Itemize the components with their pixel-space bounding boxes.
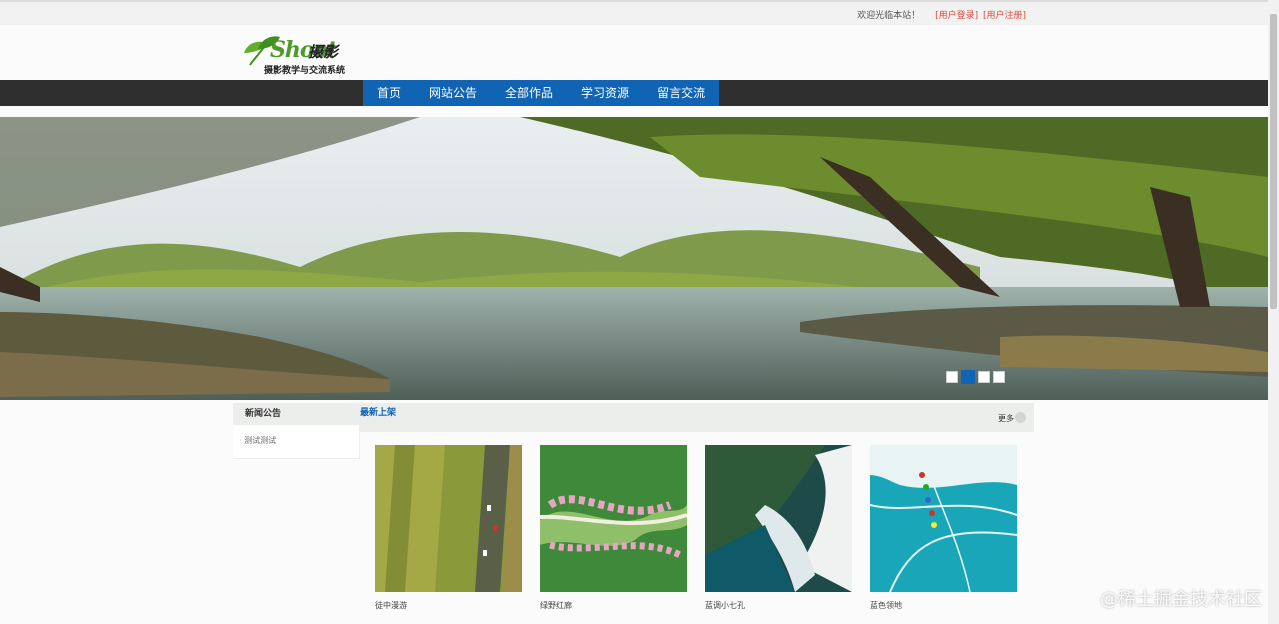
welcome-text: 欢迎光临本站！ — [857, 11, 921, 21]
top-bar: 欢迎光临本站！ [用户登录] [用户注册] — [0, 0, 1268, 25]
notice-panel: 新闻公告 测试测试 — [233, 403, 360, 459]
latest-header: 最新上架 更多 — [360, 403, 1034, 432]
page: 欢迎光临本站！ [用户登录] [用户注册] Shoot 摄影 摄影教学与交流系统… — [0, 0, 1279, 624]
work-card[interactable]: 蓝调小七孔 — [705, 445, 852, 611]
nav-item-notices[interactable]: 网站公告 — [415, 80, 491, 106]
banner-slider[interactable] — [0, 117, 1268, 400]
logo-subtitle: 摄影教学与交流系统 — [264, 66, 346, 76]
work-caption[interactable]: 蓝色领地 — [870, 600, 1017, 611]
work-card[interactable]: 徒中漫游 — [375, 445, 522, 611]
slider-dot[interactable] — [946, 371, 958, 383]
work-caption[interactable]: 徒中漫游 — [375, 600, 522, 611]
nav-item-resources[interactable]: 学习资源 — [567, 80, 643, 106]
work-thumbnail[interactable] — [540, 445, 687, 592]
slider-dots — [946, 370, 1005, 384]
work-thumbnail[interactable] — [705, 445, 852, 592]
work-caption[interactable]: 绿野红廊 — [540, 600, 687, 611]
work-thumbnail[interactable] — [375, 445, 522, 592]
more-link[interactable]: 更多 — [998, 413, 1014, 424]
slider-dot[interactable] — [978, 371, 990, 383]
work-cards: 徒中漫游 绿野红廊 蓝调小七孔 蓝色领地 — [375, 445, 1017, 611]
page-scrollbar[interactable] — [1268, 0, 1279, 624]
work-caption[interactable]: 蓝调小七孔 — [705, 600, 852, 611]
main-nav: 首页 网站公告 全部作品 学习资源 留言交流 — [0, 80, 1268, 106]
work-card[interactable]: 蓝色领地 — [870, 445, 1017, 611]
site-logo[interactable]: Shoot 摄影 摄影教学与交流系统 — [240, 35, 360, 77]
more-arrow-icon[interactable] — [1015, 412, 1026, 423]
watermark: @稀土掘金技术社区 — [1100, 589, 1262, 610]
notice-item[interactable]: 测试测试 — [233, 425, 359, 446]
register-link[interactable]: [用户注册] — [983, 11, 1026, 21]
latest-title: 最新上架 — [360, 408, 397, 418]
slider-dot-active[interactable] — [961, 370, 975, 384]
nav-item-home[interactable]: 首页 — [363, 80, 415, 106]
nav-item-works[interactable]: 全部作品 — [491, 80, 567, 106]
banner-image — [0, 117, 1268, 400]
scrollbar-thumb[interactable] — [1270, 14, 1277, 309]
work-card[interactable]: 绿野红廊 — [540, 445, 687, 611]
logo-cn: 摄影 — [308, 43, 339, 61]
nav-item-messages[interactable]: 留言交流 — [643, 80, 719, 106]
notice-title: 新闻公告 — [233, 403, 359, 425]
work-thumbnail[interactable] — [870, 445, 1017, 592]
login-link[interactable]: [用户登录] — [935, 11, 978, 21]
slider-dot[interactable] — [993, 371, 1005, 383]
